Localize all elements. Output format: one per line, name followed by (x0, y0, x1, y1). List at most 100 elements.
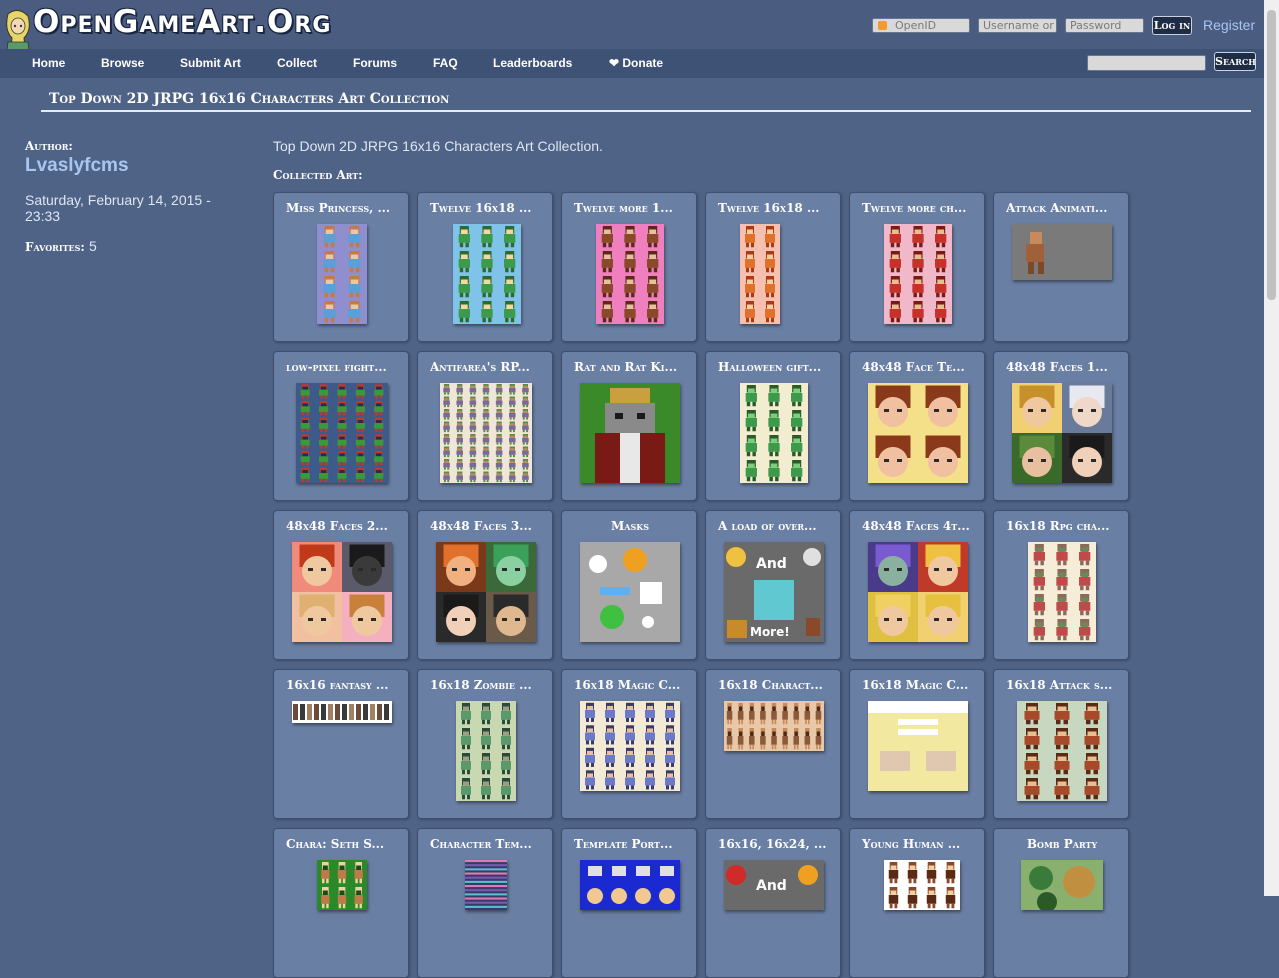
nav-submit-art[interactable]: Submit Art (180, 56, 241, 70)
art-tile-title[interactable]: low-pixel fight... (286, 360, 398, 374)
art-thumbnail[interactable] (465, 860, 507, 910)
art-thumbnail[interactable] (884, 224, 952, 324)
nav-forums[interactable]: Forums (353, 56, 397, 70)
nav-faq[interactable]: FAQ (433, 56, 458, 70)
art-thumbnail[interactable] (1012, 383, 1112, 483)
search-button[interactable]: Search (1214, 52, 1256, 71)
art-tile[interactable]: 16x18 Attack s... (993, 669, 1129, 819)
art-tile-title[interactable]: 48x48 Face Te... (862, 360, 974, 374)
art-thumbnail[interactable] (580, 383, 680, 483)
art-tile[interactable]: low-pixel fight... (273, 351, 409, 501)
art-tile-title[interactable]: 48x48 Faces 2... (286, 519, 398, 533)
art-tile[interactable]: 16x16 fantasy ... (273, 669, 409, 819)
art-tile[interactable]: 16x18 Zombie ... (417, 669, 553, 819)
art-thumbnail[interactable]: And (724, 860, 824, 910)
art-thumbnail[interactable] (1017, 701, 1107, 801)
art-thumbnail[interactable] (440, 383, 532, 483)
art-tile[interactable]: Halloween gift... (705, 351, 841, 501)
art-tile-title[interactable]: Masks (574, 519, 686, 533)
art-tile[interactable]: Masks (561, 510, 697, 660)
art-tile-title[interactable]: 16x18 Rpg cha... (1006, 519, 1118, 533)
art-thumbnail[interactable] (317, 224, 367, 324)
art-tile[interactable]: Miss Princess, ... (273, 192, 409, 342)
nav-collect[interactable]: Collect (277, 56, 317, 70)
art-tile-title[interactable]: 16x16 fantasy ... (286, 678, 398, 692)
art-tile[interactable]: 48x48 Faces 4t... (849, 510, 985, 660)
art-tile[interactable]: 16x18 Magic C... (849, 669, 985, 819)
art-tile-title[interactable]: 16x18 Magic C... (862, 678, 974, 692)
art-thumbnail[interactable] (292, 701, 392, 723)
art-tile-title[interactable]: 16x16, 16x24, ... (718, 837, 830, 851)
art-tile-title[interactable]: 16x18 Zombie ... (430, 678, 542, 692)
art-tile[interactable]: Rat and Rat Ki... (561, 351, 697, 501)
art-tile[interactable]: Young Human ... (849, 828, 985, 978)
author-link[interactable]: Lvaslyfcms (25, 155, 129, 177)
art-thumbnail[interactable] (456, 701, 516, 801)
art-thumbnail[interactable] (317, 860, 367, 910)
art-tile[interactable]: Character Tem... (417, 828, 553, 978)
scrollbar-thumb[interactable] (1267, 10, 1276, 300)
art-thumbnail[interactable] (740, 224, 780, 324)
art-tile[interactable]: 48x48 Faces 3... (417, 510, 553, 660)
art-tile-title[interactable]: Attack Animati... (1006, 201, 1118, 215)
art-thumbnail[interactable] (868, 701, 968, 791)
art-tile[interactable]: A load of over... And More! (705, 510, 841, 660)
art-tile-title[interactable]: 16x18 Magic C... (574, 678, 686, 692)
nav-leaderboards[interactable]: Leaderboards (493, 56, 572, 70)
art-thumbnail[interactable] (884, 860, 960, 910)
art-thumbnail[interactable] (1028, 542, 1096, 642)
art-tile-title[interactable]: Character Tem... (430, 837, 542, 851)
art-tile-title[interactable]: Twelve more 1... (574, 201, 686, 215)
art-tile[interactable]: Twelve 16x18 ... (705, 192, 841, 342)
art-tile[interactable]: 16x18 Charact... (705, 669, 841, 819)
art-tile[interactable]: Bomb Party (993, 828, 1129, 978)
art-tile-title[interactable]: Rat and Rat Ki... (574, 360, 686, 374)
art-thumbnail[interactable] (580, 701, 680, 791)
art-thumbnail[interactable] (580, 542, 680, 642)
art-tile-title[interactable]: 48x48 Faces 1... (1006, 360, 1118, 374)
art-tile-title[interactable]: Twelve 16x18 ... (718, 201, 830, 215)
art-thumbnail[interactable] (724, 701, 824, 751)
art-tile-title[interactable]: 48x48 Faces 4t... (862, 519, 974, 533)
art-tile[interactable]: Attack Animati... (993, 192, 1129, 342)
art-tile[interactable]: 48x48 Face Te... (849, 351, 985, 501)
art-tile-title[interactable]: Template Port... (574, 837, 686, 851)
art-thumbnail[interactable] (868, 542, 968, 642)
nav-browse[interactable]: Browse (101, 56, 144, 70)
art-tile-title[interactable]: Bomb Party (1006, 837, 1118, 851)
art-thumbnail[interactable] (453, 224, 521, 324)
art-tile[interactable]: 16x18 Rpg cha... (993, 510, 1129, 660)
art-tile[interactable]: 16x18 Magic C... (561, 669, 697, 819)
art-thumbnail[interactable]: And More! (724, 542, 824, 642)
art-tile-title[interactable]: Antifarea's RP... (430, 360, 542, 374)
art-tile[interactable]: Twelve more 1... (561, 192, 697, 342)
art-thumbnail[interactable] (292, 542, 392, 642)
openid-input[interactable]: OpenID (872, 18, 970, 33)
register-link[interactable]: Register (1203, 17, 1255, 33)
art-tile-title[interactable]: 16x18 Charact... (718, 678, 830, 692)
art-tile-title[interactable]: 48x48 Faces 3... (430, 519, 542, 533)
art-tile-title[interactable]: Twelve more ch... (862, 201, 974, 215)
art-tile-title[interactable]: A load of over... (718, 519, 830, 533)
scrollbar[interactable] (1264, 0, 1279, 896)
username-input[interactable]: Username or (978, 18, 1057, 33)
art-thumbnail[interactable] (580, 860, 680, 910)
nav-donate[interactable]: ❤ Donate (609, 56, 663, 70)
art-thumbnail[interactable] (296, 383, 388, 483)
art-thumbnail[interactable] (868, 383, 968, 483)
art-tile[interactable]: Chara: Seth S... (273, 828, 409, 978)
art-tile[interactable]: 48x48 Faces 1... (993, 351, 1129, 501)
art-tile[interactable]: Twelve 16x18 ... (417, 192, 553, 342)
art-tile-title[interactable]: Halloween gift... (718, 360, 830, 374)
art-tile[interactable]: Antifarea's RP... (417, 351, 553, 501)
art-tile-title[interactable]: Twelve 16x18 ... (430, 201, 542, 215)
login-button[interactable]: Log in (1152, 16, 1192, 35)
site-title[interactable]: OpenGameArt.Org (33, 4, 331, 40)
art-tile[interactable]: Template Port... (561, 828, 697, 978)
nav-home[interactable]: Home (32, 56, 65, 70)
search-input[interactable] (1087, 55, 1206, 71)
art-tile[interactable]: 16x16, 16x24, ... And (705, 828, 841, 978)
art-tile[interactable]: Twelve more ch... (849, 192, 985, 342)
art-thumbnail[interactable] (740, 383, 808, 483)
art-thumbnail[interactable] (1021, 860, 1103, 910)
